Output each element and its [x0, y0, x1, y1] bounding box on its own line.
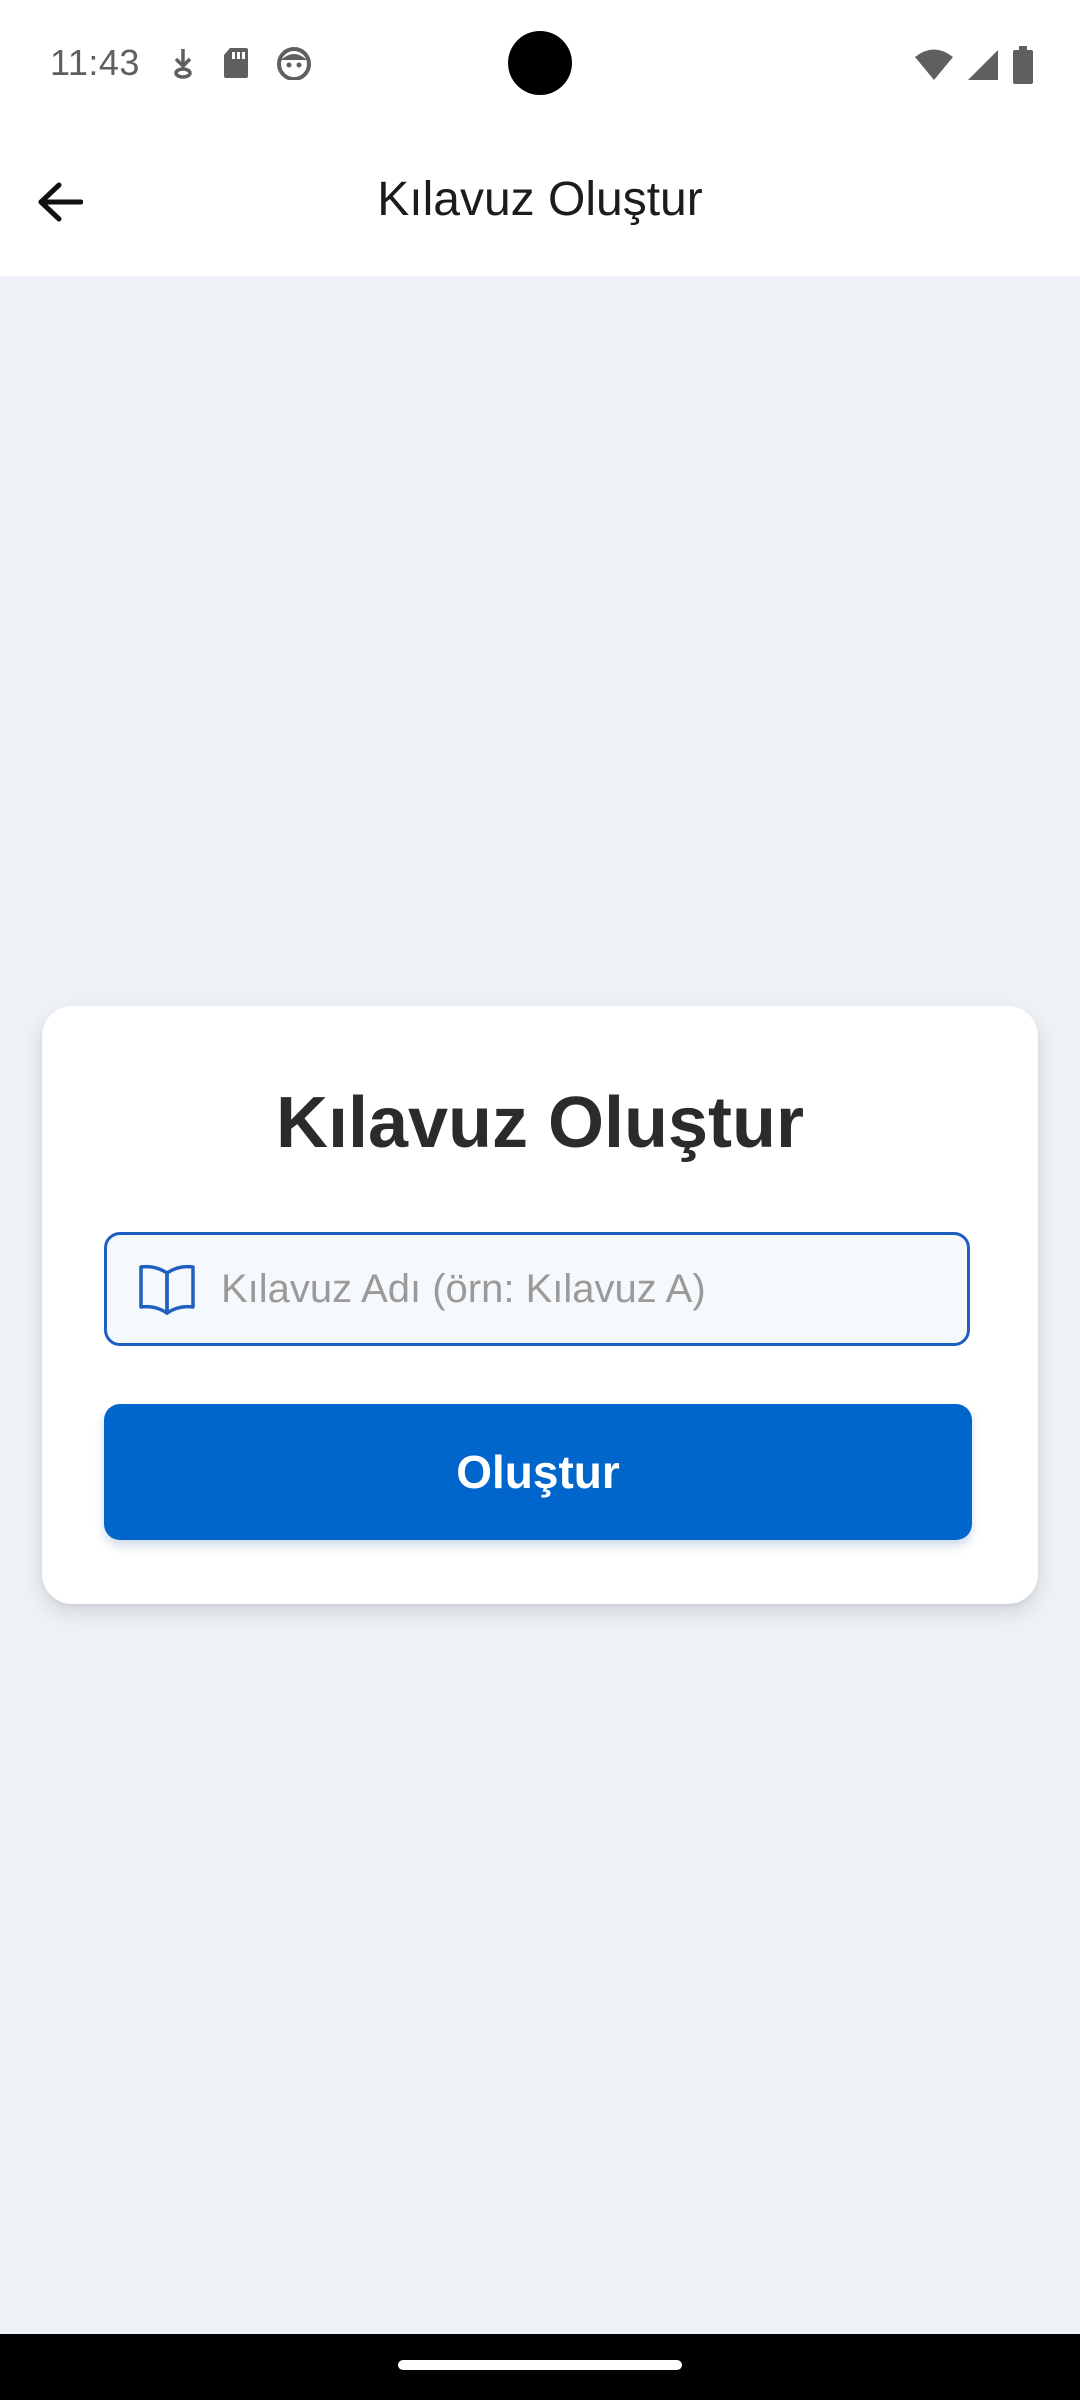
battery-icon [1012, 46, 1034, 89]
android-head-icon [276, 46, 312, 85]
status-icons-right [914, 46, 1034, 89]
guide-name-input[interactable] [219, 1234, 967, 1344]
app-bar-title: Kılavuz Oluştur [377, 173, 703, 226]
status-icons-left [170, 46, 312, 85]
status-time: 11:43 [50, 42, 140, 83]
camera-cutout [508, 31, 572, 95]
card-title: Kılavuz Oluştur [275, 1083, 805, 1163]
sd-card-icon [222, 46, 250, 85]
book-open-icon [137, 1259, 197, 1319]
create-button[interactable]: Oluştur [104, 1404, 972, 1540]
create-guide-card: Kılavuz Oluştur Oluştur [42, 1006, 1038, 1604]
navigation-bar [0, 2334, 1080, 2400]
download-icon [170, 46, 196, 85]
wifi-icon [914, 48, 954, 87]
app-bar: Kılavuz Oluştur [0, 128, 1080, 276]
signal-icon [966, 48, 1000, 87]
home-indicator[interactable] [398, 2360, 682, 2370]
guide-name-field[interactable] [104, 1232, 970, 1346]
status-bar: 11:43 [0, 0, 1080, 128]
